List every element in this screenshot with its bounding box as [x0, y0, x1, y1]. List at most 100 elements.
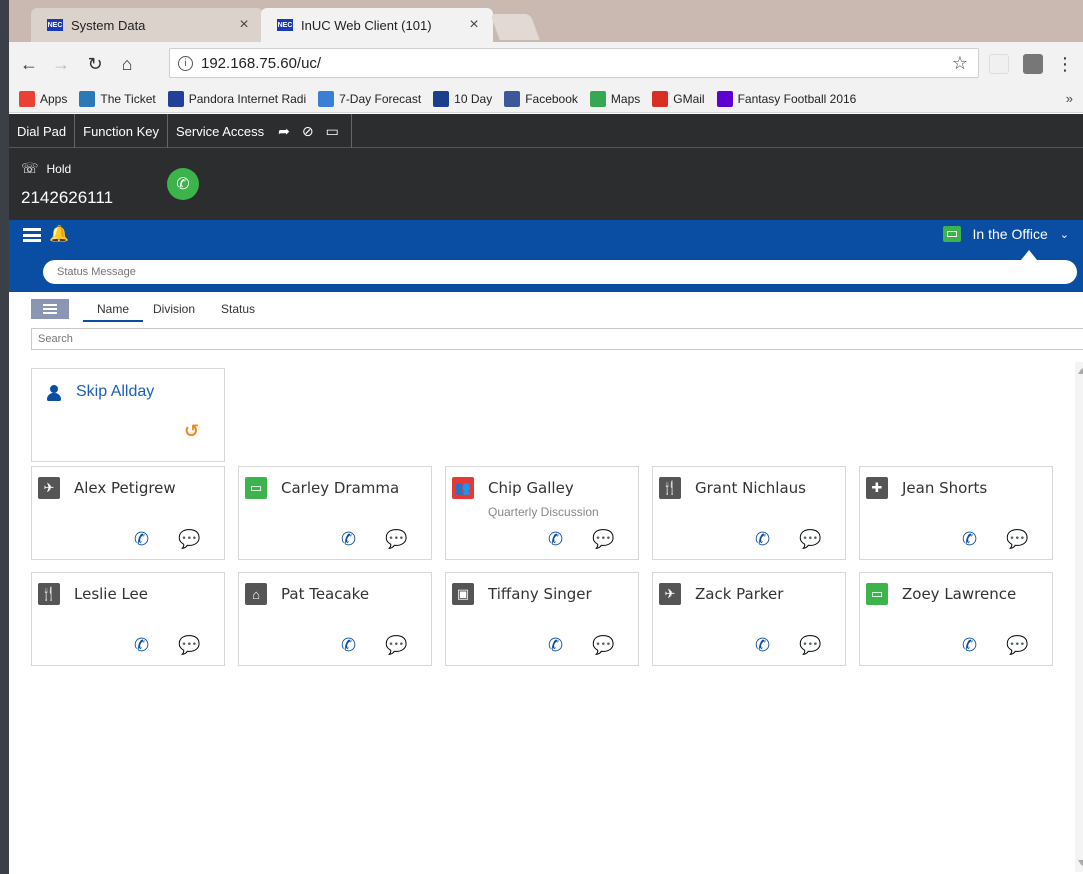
- phone-icon[interactable]: ✆: [134, 529, 149, 550]
- browser-window: NEC System Data × NEC InUC Web Client (1…: [0, 0, 1083, 874]
- scroll-up-icon[interactable]: [1078, 368, 1083, 374]
- history-icon[interactable]: ↺: [184, 421, 199, 442]
- info-icon[interactable]: i: [178, 55, 193, 71]
- sort-tab-division[interactable]: Division: [153, 302, 195, 320]
- scroll-down-icon[interactable]: [1078, 860, 1083, 866]
- hamburger-menu-icon[interactable]: [23, 228, 41, 242]
- ticket-icon: [79, 91, 96, 107]
- contact-card[interactable]: ✈ Zack Parker ✆ 💬: [652, 572, 846, 666]
- bookmark-item[interactable]: 7-Day Forecast: [318, 91, 421, 107]
- chat-icon[interactable]: 💬: [799, 529, 821, 550]
- bookmarks-overflow-icon[interactable]: »: [1066, 91, 1073, 106]
- bookmark-label: Facebook: [525, 92, 578, 106]
- contact-card[interactable]: 👥 Chip Galley Quarterly Discussion ✆ 💬: [445, 466, 639, 560]
- nec-extension-icon[interactable]: [989, 54, 1009, 74]
- gmail-icon: [652, 91, 669, 107]
- call-state: ☏ Hold: [21, 160, 71, 177]
- chat-icon[interactable]: 💬: [592, 529, 614, 550]
- browser-toolbar: ← → ↻ ⌂ i 192.168.75.60/uc/ ☆ ⋮: [9, 42, 1083, 86]
- bookmark-star-icon[interactable]: ☆: [952, 53, 968, 74]
- bookmark-item[interactable]: Fantasy Football 2016: [716, 91, 857, 107]
- fork-knife-icon: 🍴: [38, 583, 60, 605]
- bookmark-item[interactable]: 10 Day: [433, 91, 492, 107]
- browser-menu-icon[interactable]: ⋮: [1053, 52, 1077, 76]
- contact-card[interactable]: ▭ Zoey Lawrence ✆ 💬: [859, 572, 1053, 666]
- new-tab-button[interactable]: [490, 14, 540, 40]
- self-card[interactable]: Skip Allday ↺: [31, 368, 225, 462]
- chat-icon[interactable]: 💬: [385, 529, 407, 550]
- chevron-down-icon: ⌄: [1059, 228, 1069, 241]
- bookmark-label: 10 Day: [454, 92, 493, 106]
- contact-grid: Skip Allday ↺ ✈ Alex Petigrew ✆ 💬 ▭ Carley Dr…: [9, 356, 1073, 872]
- bookmark-item[interactable]: Pandora Internet Radi: [167, 91, 306, 107]
- home-icon[interactable]: ⌂: [115, 52, 139, 76]
- tab-system-data[interactable]: NEC System Data ×: [31, 8, 263, 42]
- bookmark-item[interactable]: Facebook: [504, 91, 578, 107]
- presence-selector[interactable]: In the Office ⌄: [942, 226, 1069, 242]
- monitor-icon: ▭: [245, 477, 267, 499]
- apps-grid-icon: [19, 91, 35, 107]
- search-input[interactable]: [31, 328, 1083, 350]
- status-message-input[interactable]: [43, 260, 1077, 284]
- contact-card[interactable]: 🍴 Leslie Lee ✆ 💬: [31, 572, 225, 666]
- tab-inuc-web-client[interactable]: NEC InUC Web Client (101) ×: [261, 8, 493, 42]
- contact-card[interactable]: ⌂ Pat Teacake ✆ 💬: [238, 572, 432, 666]
- sort-tab-name[interactable]: Name: [83, 302, 144, 322]
- forward-arrow-icon[interactable]: ➦: [272, 114, 296, 148]
- resume-call-button[interactable]: ✆: [167, 168, 199, 200]
- chat-icon[interactable]: 💬: [1006, 529, 1028, 550]
- bookmark-item[interactable]: GMail: [652, 91, 705, 107]
- chat-icon[interactable]: 💬: [385, 635, 407, 656]
- phone-icon[interactable]: ✆: [962, 529, 977, 550]
- phone-icon[interactable]: ✆: [134, 635, 149, 656]
- nec-favicon-icon: NEC: [277, 19, 293, 31]
- list-view-icon[interactable]: [31, 299, 69, 319]
- chat-icon[interactable]: 💬: [592, 635, 614, 656]
- close-tab-icon[interactable]: ×: [465, 16, 483, 34]
- contact-card[interactable]: ✈ Alex Petigrew ✆ 💬: [31, 466, 225, 560]
- home-icon: ⌂: [245, 583, 267, 605]
- bookmark-label: Apps: [40, 92, 68, 106]
- extension-icon[interactable]: [1023, 54, 1043, 74]
- bookmark-item[interactable]: The Ticket: [79, 91, 156, 107]
- app-menu-bar: Dial Pad Function Key Service Access ➦ ⊘…: [9, 114, 1083, 148]
- reload-icon[interactable]: ↻: [83, 52, 107, 76]
- phone-icon[interactable]: ✆: [548, 635, 563, 656]
- facebook-icon: [504, 91, 521, 107]
- medical-icon: ✚: [866, 477, 888, 499]
- address-bar[interactable]: i 192.168.75.60/uc/ ☆: [169, 48, 979, 78]
- back-icon[interactable]: ←: [17, 52, 41, 76]
- chat-icon[interactable]: 💬: [1006, 635, 1028, 656]
- phone-icon[interactable]: ✆: [341, 529, 356, 550]
- chat-icon[interactable]: 💬: [178, 635, 200, 656]
- contact-card[interactable]: ▭ Carley Dramma ✆ 💬: [238, 466, 432, 560]
- chat-icon[interactable]: 💬: [799, 635, 821, 656]
- phone-icon[interactable]: ✆: [962, 635, 977, 656]
- contact-name: Zack Parker: [695, 585, 784, 603]
- status-notch: [1021, 250, 1037, 260]
- scrollbar[interactable]: [1075, 362, 1083, 872]
- bookmark-item[interactable]: Maps: [589, 91, 640, 107]
- phone-icon[interactable]: ✆: [548, 529, 563, 550]
- bookmark-item[interactable]: Apps: [19, 91, 67, 107]
- menu-service-access[interactable]: Service Access: [168, 114, 272, 148]
- menu-function-key[interactable]: Function Key: [75, 114, 169, 148]
- phone-icon[interactable]: ✆: [755, 529, 770, 550]
- block-icon[interactable]: ⊘: [296, 114, 320, 148]
- contact-card[interactable]: ▣ Tiffany Singer ✆ 💬: [445, 572, 639, 666]
- bookmark-label: Fantasy Football 2016: [737, 92, 857, 106]
- phone-icon[interactable]: ✆: [755, 635, 770, 656]
- contact-status-note: Quarterly Discussion: [488, 505, 599, 519]
- contact-card[interactable]: ✚ Jean Shorts ✆ 💬: [859, 466, 1053, 560]
- laptop-icon[interactable]: ▭: [320, 114, 352, 148]
- menu-dial-pad[interactable]: Dial Pad: [9, 114, 76, 148]
- contact-card[interactable]: 🍴 Grant Nichlaus ✆ 💬: [652, 466, 846, 560]
- bell-icon[interactable]: 🔔: [49, 224, 69, 244]
- close-tab-icon[interactable]: ×: [235, 16, 253, 34]
- contact-name: Zoey Lawrence: [902, 585, 1017, 603]
- chat-icon[interactable]: 💬: [178, 529, 200, 550]
- phone-icon[interactable]: ✆: [341, 635, 356, 656]
- forward-icon[interactable]: →: [49, 52, 73, 76]
- sort-tab-status[interactable]: Status: [221, 302, 255, 320]
- weather-channel-icon: [433, 91, 450, 107]
